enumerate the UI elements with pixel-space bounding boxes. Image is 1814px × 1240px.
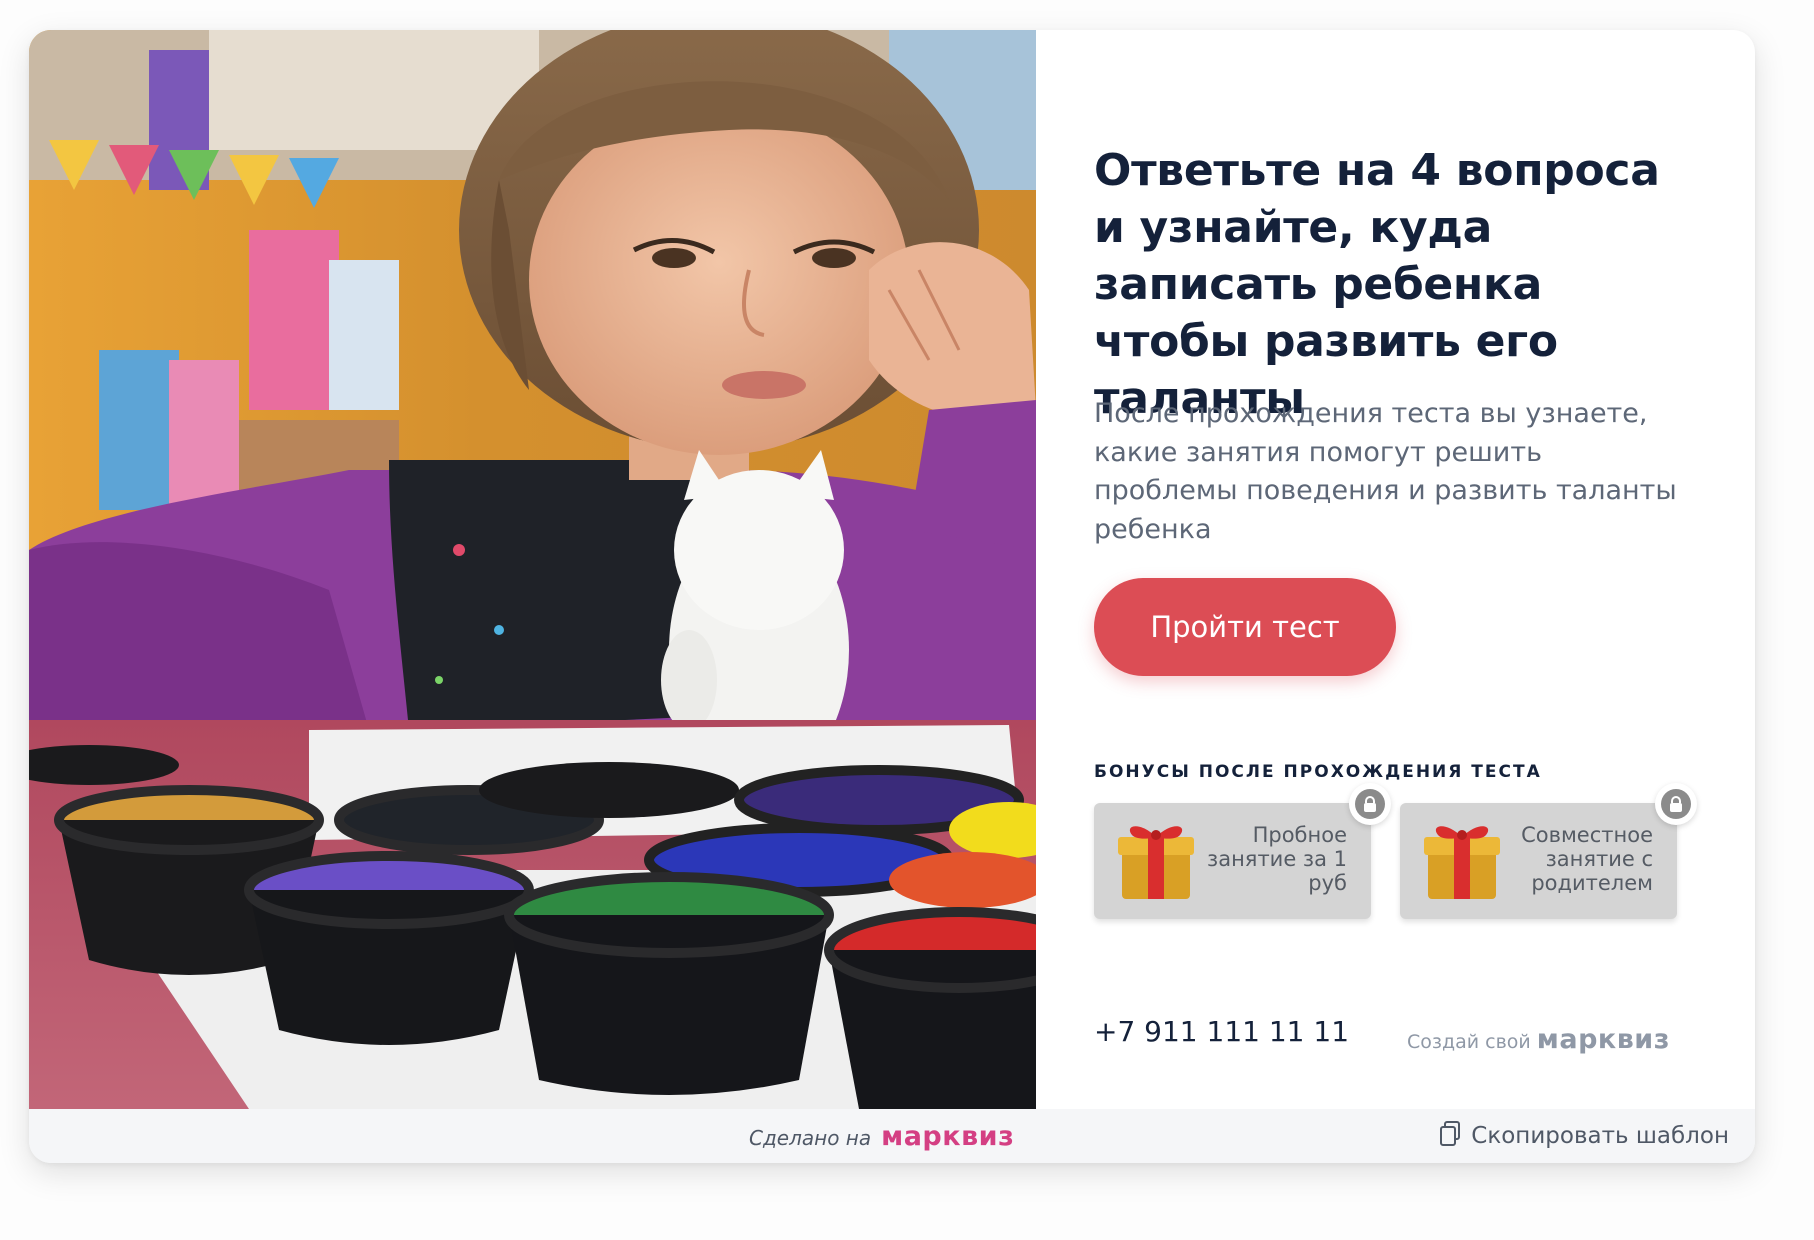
bonus-label: Совместное занятие с родителем [1521,823,1653,895]
page-title: Ответьте на 4 вопроса и узнайте, куда за… [1094,145,1660,424]
marquiz-logo: марквиз [1536,1024,1670,1055]
bonus-card-trial-lesson: Пробное занятие за 1 руб [1094,783,1391,919]
bonuses-heading: БОНУСЫ ПОСЛЕ ПРОХОЖДЕНИЯ ТЕСТА [1094,762,1542,782]
start-test-button[interactable]: Пройти тест [1094,578,1396,676]
create-own-label: Создай свой [1407,1031,1531,1053]
hero-photo [29,30,1036,1109]
bonus-label: Пробное занятие за 1 руб [1207,823,1347,895]
footer-bar: Сделано на марквиз Скопировать шаблон [29,1109,1755,1163]
phone-number[interactable]: +7 911 111 11 11 [1094,1015,1349,1048]
marquiz-logo: марквиз [881,1121,1015,1152]
copy-template-label: Скопировать шаблон [1471,1123,1729,1149]
made-on-link[interactable]: Сделано на марквиз [749,1121,1014,1152]
page-subtitle: После прохождения теста вы узнаете, каки… [1094,398,1677,545]
copy-template-button[interactable]: Скопировать шаблон [1439,1121,1729,1151]
create-own-quiz-link[interactable]: Создай свой марквиз [1407,1024,1679,1055]
child-painting-photo [29,30,1036,1109]
lock-icon [1655,783,1697,825]
copy-icon [1439,1121,1461,1151]
quiz-start-card: Ответьте на 4 вопроса и узнайте, куда за… [29,30,1755,1163]
lock-icon [1349,783,1391,825]
made-on-label: Сделано на [749,1126,872,1150]
bonus-card-joint-lesson: Совместное занятие с родителем [1400,783,1697,919]
